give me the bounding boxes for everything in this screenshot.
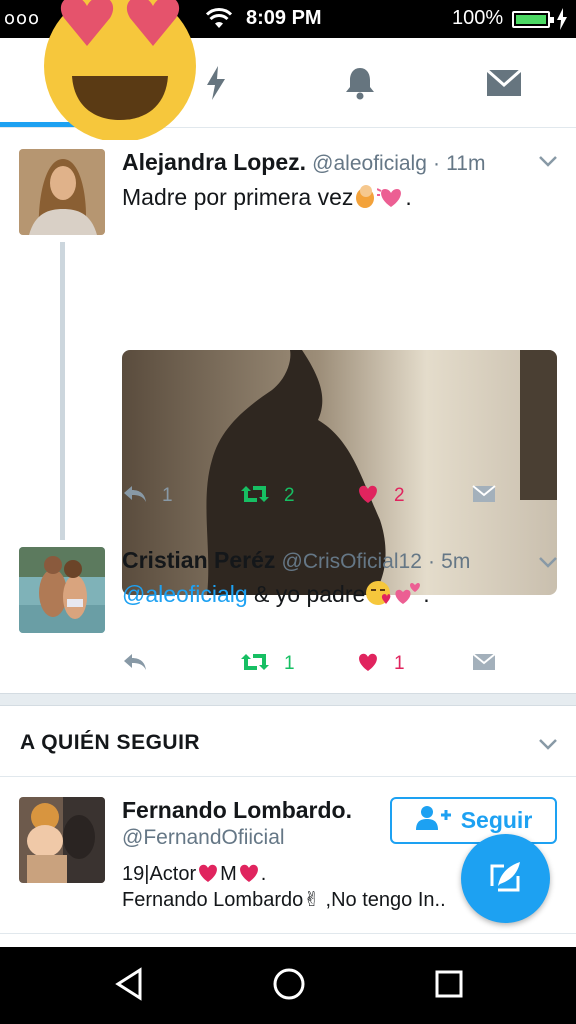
compose-feather-icon [486, 856, 526, 901]
heart-emoji-icon [196, 863, 220, 885]
reply-icon [122, 652, 148, 677]
tab-notifications[interactable] [288, 38, 432, 128]
clock: 8:09 PM [246, 7, 322, 29]
retweet-count: 1 [284, 653, 295, 674]
heart-emoji-icon [237, 863, 261, 885]
chevron-down-icon[interactable] [538, 154, 558, 172]
reply-button[interactable] [122, 649, 162, 679]
baby-emoji-icon [353, 184, 377, 210]
direct-message-button[interactable] [472, 649, 496, 679]
heart-emoji-icon [376, 184, 405, 210]
follow-label: Seguir [460, 807, 533, 833]
tweet-text: @aleoficialg & yo padre. [122, 581, 430, 607]
retweet-button[interactable]: 1 [240, 649, 295, 679]
tweet-timestamp: 5m [441, 550, 471, 573]
avatar[interactable] [19, 797, 105, 883]
envelope-icon [472, 484, 496, 508]
retweet-icon [240, 652, 270, 677]
carrier-indicator: ooo [4, 8, 41, 29]
messages-envelope-icon [486, 69, 522, 97]
moments-lightning-icon [205, 66, 227, 100]
tweet-text: Madre por primera vez. [122, 184, 412, 210]
battery-percent: 100% [452, 7, 504, 29]
tweet-timestamp: 11m [446, 152, 486, 175]
section-title: A QUIÉN SEGUIR [20, 731, 201, 754]
recents-square-icon[interactable] [434, 967, 464, 1006]
avatar[interactable] [19, 547, 105, 633]
author-name[interactable]: Cristian Peréz [122, 547, 275, 573]
like-count: 1 [394, 653, 405, 674]
like-button[interactable]: 1 [356, 649, 405, 679]
back-icon[interactable] [114, 967, 144, 1006]
wifi-icon [205, 8, 233, 35]
battery-icon [512, 11, 554, 28]
add-user-icon [415, 805, 461, 837]
kissing-face-emoji-icon [365, 581, 393, 607]
chevron-down-icon[interactable] [538, 737, 558, 755]
tweet-actions: 1 1 [122, 649, 562, 679]
retweet-count: 2 [284, 485, 295, 506]
direct-message-button[interactable] [472, 481, 496, 511]
tab-messages[interactable] [432, 38, 576, 128]
reply-icon [122, 484, 148, 509]
user-handle[interactable]: @FernandOfiicial [122, 826, 285, 850]
tweet[interactable]: Cristian Peréz @CrisOficial12 · 5m @aleo… [0, 545, 576, 693]
charging-icon [556, 8, 568, 35]
tweet-header: Alejandra Lopez. @aleoficialg · 11m [122, 149, 486, 175]
heart-icon [356, 484, 380, 509]
tweet[interactable]: Alejandra Lopez. @aleoficialg · 11m Madr… [0, 128, 576, 595]
like-count: 2 [394, 485, 405, 506]
tweet-actions: 1 2 2 [122, 481, 562, 511]
avatar[interactable] [19, 149, 105, 235]
retweet-icon [240, 484, 270, 509]
author-handle[interactable]: @aleoficialg [312, 152, 427, 175]
envelope-icon [472, 652, 496, 676]
retweet-button[interactable]: 2 [240, 481, 295, 511]
notifications-bell-icon [344, 66, 376, 100]
user-name[interactable]: Fernando Lombardo. [122, 797, 352, 824]
reply-button[interactable]: 1 [122, 481, 173, 511]
tweet-header: Cristian Peréz @CrisOficial12 · 5m [122, 547, 471, 573]
chevron-down-icon[interactable] [538, 555, 558, 573]
section-divider [0, 693, 576, 706]
mention-link[interactable]: @aleoficialg [122, 581, 248, 607]
reply-count: 1 [162, 485, 173, 506]
author-handle[interactable]: @CrisOficial12 [282, 550, 422, 573]
two-hearts-emoji-icon [393, 581, 423, 607]
heart-eyes-emoji-sticker [42, 0, 198, 142]
heart-icon [356, 652, 380, 677]
follow-button[interactable]: Seguir [390, 797, 557, 844]
compose-tweet-button[interactable] [461, 834, 550, 923]
author-name[interactable]: Alejandra Lopez. [122, 149, 306, 175]
system-nav-bar [0, 947, 576, 1024]
like-button[interactable]: 2 [356, 481, 405, 511]
who-to-follow-header[interactable]: A QUIÉN SEGUIR [0, 706, 576, 777]
thread-line [60, 242, 65, 540]
home-circle-icon[interactable] [272, 967, 306, 1006]
